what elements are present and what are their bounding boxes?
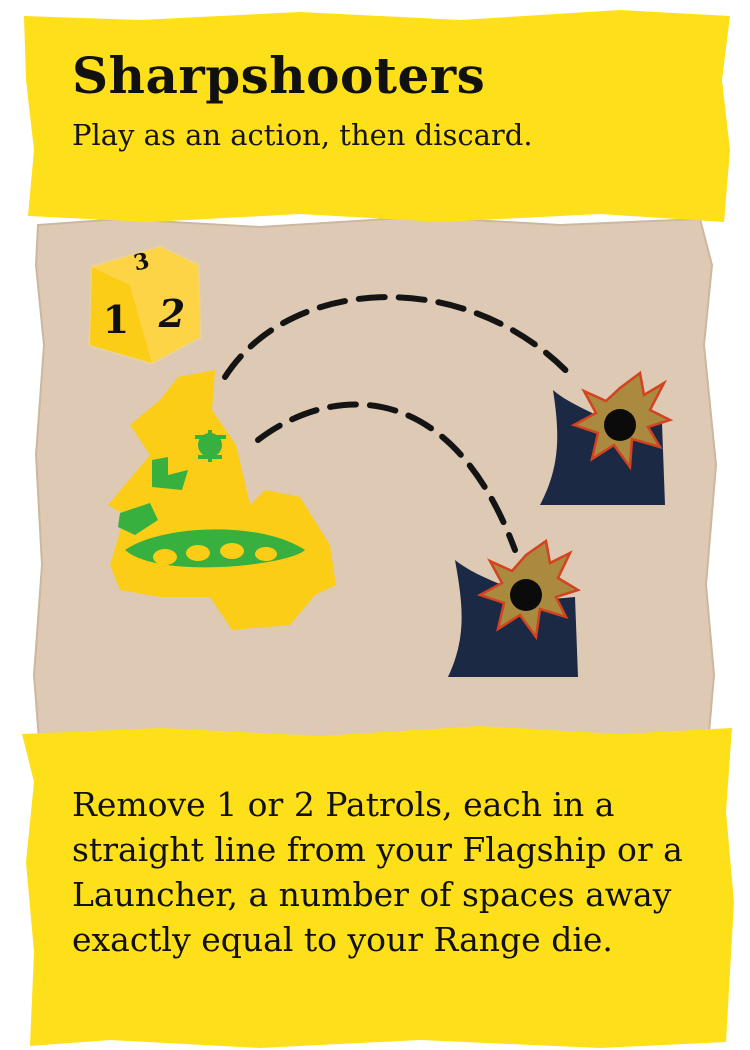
trajectory-line-upper <box>222 294 578 383</box>
game-card: 3 1 2 Sharpshooters Play as an action, t… <box>0 0 750 1050</box>
card-rules-text: Remove 1 or 2 Patrols, each in a straigh… <box>72 785 683 959</box>
die-face-right: 2 <box>158 291 185 336</box>
range-die-icon: 3 1 2 <box>88 245 202 365</box>
flagship-ship-icon <box>108 370 336 630</box>
card-subtitle: Play as an action, then discard. <box>72 118 533 152</box>
card-title: Sharpshooters <box>72 46 486 105</box>
die-face-left: 1 <box>103 297 129 342</box>
card-illustration: 3 1 2 <box>0 205 750 765</box>
